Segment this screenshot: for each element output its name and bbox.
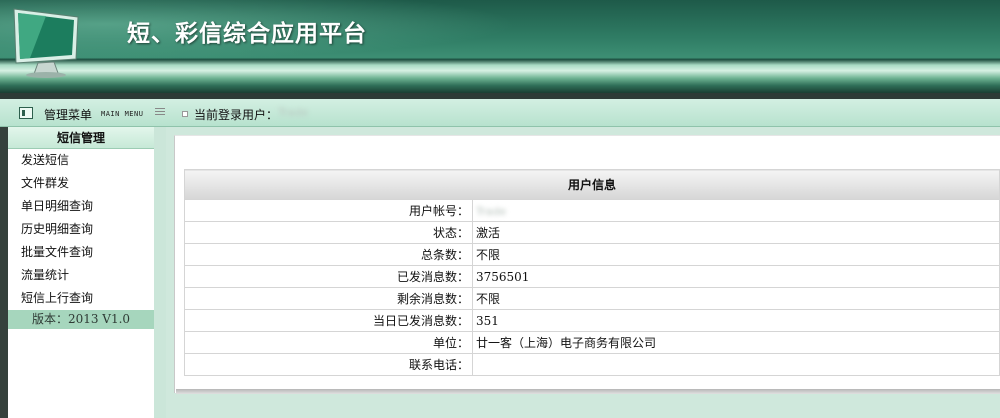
row-value: 不限 xyxy=(472,287,1000,310)
row-label: 状态： xyxy=(184,221,473,244)
row-value: 不限 xyxy=(472,243,1000,266)
table-row: 用户帐号： Trade xyxy=(184,199,1000,222)
current-user-label: 当前登录用户： xyxy=(194,108,279,122)
sidebar-item-sms-uplink-query[interactable]: 短信上行查询 xyxy=(8,287,154,310)
user-info-table: 用户信息 用户帐号： Trade 状态： 激活 总条数： 不限 已发消息数： 3… xyxy=(184,169,1000,376)
panel-shadow xyxy=(176,389,1000,394)
table-row: 单位： 廿一客（上海）电子商务有限公司 xyxy=(184,331,1000,354)
row-value: Trade xyxy=(472,199,1000,222)
row-value: 3756501 xyxy=(472,265,1000,288)
row-label: 剩余消息数： xyxy=(184,287,473,310)
table-row: 当日已发消息数： 351 xyxy=(184,309,1000,332)
sidebar-item-history-detail-query[interactable]: 历史明细查询 xyxy=(8,218,154,241)
table-row: 总条数： 不限 xyxy=(184,243,1000,266)
table-row: 联系电话： xyxy=(184,353,1000,376)
row-value: 351 xyxy=(472,309,1000,332)
row-value: 廿一客（上海）电子商务有限公司 xyxy=(472,331,1000,354)
sidebar-splitter[interactable] xyxy=(154,127,166,418)
header-banner: 短、彩信综合应用平台 xyxy=(0,0,1000,93)
sidebar-item-traffic-stats[interactable]: 流量统计 xyxy=(8,264,154,287)
menu-icon xyxy=(19,107,33,119)
row-label: 总条数： xyxy=(184,243,473,266)
sidebar-section-title[interactable]: 短信管理 xyxy=(8,127,154,149)
sidebar-item-daily-detail-query[interactable]: 单日明细查询 xyxy=(8,195,154,218)
row-label: 当日已发消息数： xyxy=(184,309,473,332)
sidebar-item-file-bulk-send[interactable]: 文件群发 xyxy=(8,172,154,195)
menu-subtitle: MAIN MENU xyxy=(101,110,144,118)
menu-title: 管理菜单 xyxy=(44,108,93,122)
row-value xyxy=(472,353,1000,376)
table-row: 状态： 激活 xyxy=(184,221,1000,244)
app-title: 短、彩信综合应用平台 xyxy=(127,20,367,47)
table-row: 剩余消息数： 不限 xyxy=(184,287,1000,310)
bullet-icon xyxy=(182,111,188,117)
current-user-value: Trade xyxy=(278,106,309,119)
sidebar-item-batch-file-query[interactable]: 批量文件查询 xyxy=(8,241,154,264)
row-label: 联系电话： xyxy=(184,353,473,376)
user-info-heading: 用户信息 xyxy=(184,169,1000,200)
row-value: 激活 xyxy=(472,221,1000,244)
sidebar: 短信管理 发送短信 文件群发 单日明细查询 历史明细查询 批量文件查询 流量统计… xyxy=(8,127,154,418)
menu-toggle-icon[interactable] xyxy=(155,108,165,117)
sidebar-item-send-sms[interactable]: 发送短信 xyxy=(8,149,154,172)
row-label: 单位： xyxy=(184,331,473,354)
account-value: Trade xyxy=(476,204,507,218)
monitor-icon xyxy=(13,8,79,78)
table-row: 已发消息数： 3756501 xyxy=(184,265,1000,288)
version-label: 版本：2013 V1.0 xyxy=(8,310,154,329)
toolbar: 管理菜单 MAIN MENU xyxy=(0,99,1000,127)
sidebar-edge xyxy=(0,127,8,418)
row-label: 已发消息数： xyxy=(184,265,473,288)
row-label: 用户帐号： xyxy=(184,199,473,222)
main-content: 用户信息 用户帐号： Trade 状态： 激活 总条数： 不限 已发消息数： 3… xyxy=(166,127,1000,418)
